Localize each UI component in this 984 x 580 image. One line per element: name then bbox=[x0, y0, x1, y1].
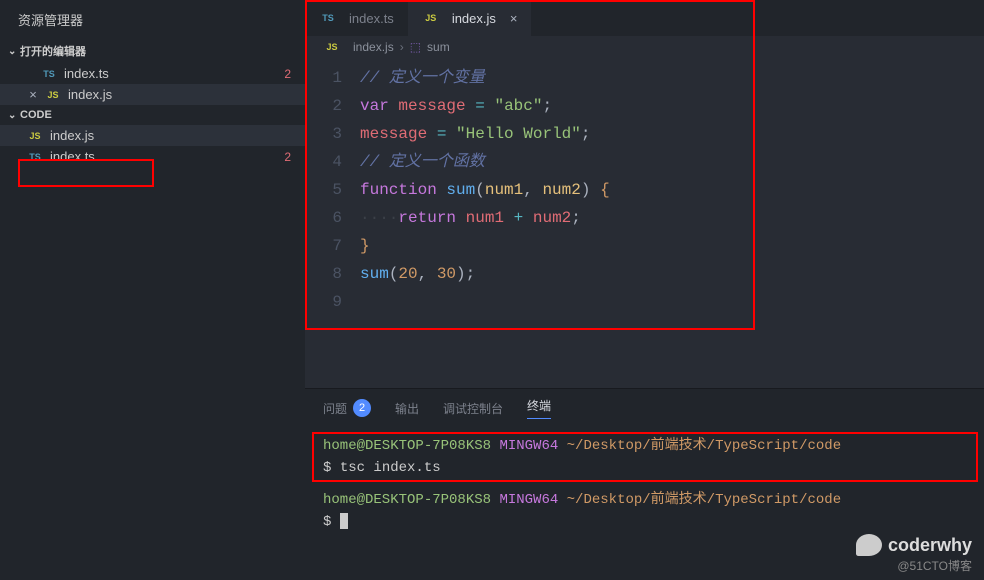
file-tree-item[interactable]: JS index.js bbox=[0, 125, 305, 146]
terminal[interactable]: home@DESKTOP-7P08KS8 MINGW64 ~/Desktop/前… bbox=[305, 427, 984, 580]
chevron-right-icon: › bbox=[400, 40, 404, 54]
sidebar-title: 资源管理器 bbox=[0, 0, 305, 39]
js-icon: JS bbox=[422, 11, 440, 25]
js-icon: JS bbox=[26, 129, 44, 143]
error-count: 2 bbox=[284, 150, 291, 164]
chevron-down-icon: ⌄ bbox=[8, 46, 20, 57]
panel-tab-problems[interactable]: 问题 2 bbox=[323, 397, 371, 419]
ts-icon: TS bbox=[26, 150, 44, 164]
panel-tabs: 问题 2 输出 调试控制台 终端 bbox=[305, 389, 984, 427]
chevron-down-icon: ⌄ bbox=[8, 110, 20, 121]
editor-area: TS index.ts JS index.js × JS index.js › … bbox=[305, 0, 984, 580]
panel-tab-debug[interactable]: 调试控制台 bbox=[443, 397, 503, 419]
watermark-sub: @51CTO博客 bbox=[897, 557, 972, 574]
terminal-cursor bbox=[340, 513, 348, 529]
problem-count-badge: 2 bbox=[353, 399, 371, 417]
code-editor[interactable]: 123456789 // 定义一个变量var message = "abc";m… bbox=[305, 58, 984, 388]
tab-index-ts[interactable]: TS index.ts bbox=[305, 0, 408, 36]
ts-icon: TS bbox=[40, 67, 58, 81]
breadcrumb[interactable]: JS index.js › ⬚ sum bbox=[305, 36, 984, 58]
open-editors-header[interactable]: ⌄ 打开的编辑器 bbox=[0, 39, 305, 63]
line-numbers: 123456789 bbox=[305, 64, 360, 388]
panel-tab-output[interactable]: 输出 bbox=[395, 397, 419, 419]
close-icon[interactable]: × bbox=[510, 11, 518, 26]
close-icon[interactable]: × bbox=[26, 87, 40, 102]
ts-icon: TS bbox=[319, 11, 337, 25]
explorer-sidebar: 资源管理器 ⌄ 打开的编辑器 TS index.ts 2 × JS index.… bbox=[0, 0, 305, 580]
wechat-icon bbox=[856, 534, 882, 556]
editor-tabs: TS index.ts JS index.js × bbox=[305, 0, 984, 36]
error-count: 2 bbox=[284, 67, 291, 81]
js-icon: JS bbox=[44, 88, 62, 102]
open-editor-item[interactable]: × JS index.js bbox=[0, 84, 305, 105]
symbol-cube-icon: ⬚ bbox=[410, 40, 421, 54]
file-tree-item[interactable]: TS index.ts 2 bbox=[0, 146, 305, 167]
open-editor-item[interactable]: TS index.ts 2 bbox=[0, 63, 305, 84]
tab-index-js[interactable]: JS index.js × bbox=[408, 0, 532, 36]
js-icon: JS bbox=[323, 40, 341, 54]
code-content[interactable]: // 定义一个变量var message = "abc";message = "… bbox=[360, 64, 984, 388]
folder-header[interactable]: ⌄ CODE bbox=[0, 105, 305, 125]
panel-tab-terminal[interactable]: 终端 bbox=[527, 397, 551, 419]
watermark: coderwhy bbox=[856, 534, 972, 556]
